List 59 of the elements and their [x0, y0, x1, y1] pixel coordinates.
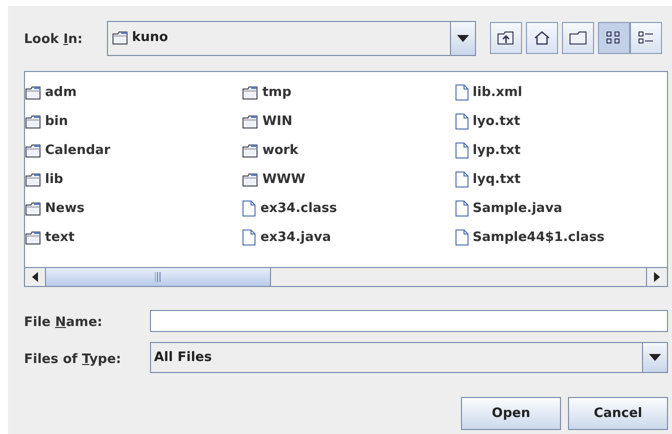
toolbar-button[interactable] — [630, 22, 662, 54]
folder-icon — [242, 114, 258, 128]
file-name-field[interactable] — [150, 310, 668, 332]
file-list-item[interactable]: bin — [25, 107, 242, 136]
file-icon — [454, 84, 469, 101]
file-list-item[interactable]: tmp — [242, 78, 455, 107]
toolbar-button[interactable] — [490, 22, 522, 54]
file-icon — [454, 229, 469, 246]
folder-icon — [242, 172, 258, 186]
file-icon — [454, 113, 469, 130]
files-of-type-dropdown[interactable]: All Files — [150, 342, 668, 373]
file-list-item[interactable]: text — [25, 223, 242, 252]
file-name-label: File Name: — [24, 315, 102, 330]
file-list-item[interactable]: WWW — [242, 165, 455, 194]
caret-icon — [649, 354, 661, 361]
scroll-thumb[interactable] — [46, 268, 271, 286]
file-list-item[interactable]: lib — [25, 165, 242, 194]
file-icon — [454, 142, 469, 159]
home-icon — [533, 30, 551, 46]
file-list-item[interactable]: WIN — [242, 107, 455, 136]
folder-icon — [25, 144, 41, 158]
file-list-item[interactable]: lyp.txt — [454, 136, 667, 165]
file-list-item[interactable]: Sample44$1.class — [454, 223, 667, 252]
folder-icon — [25, 114, 41, 128]
details-view-icon — [637, 30, 655, 46]
toolbar-button[interactable] — [562, 22, 594, 54]
file-list-item[interactable]: ex34.java — [242, 223, 455, 252]
folder-icon — [25, 172, 41, 186]
folder-up-icon — [497, 30, 515, 46]
file-icon — [242, 200, 256, 217]
folder-icon — [25, 230, 41, 244]
folder-icon — [25, 202, 41, 216]
cancel-button[interactable]: Cancel — [568, 397, 668, 430]
file-icon — [454, 171, 469, 188]
folder-icon — [25, 86, 41, 100]
file-list-item[interactable]: lyq.txt — [454, 165, 667, 194]
file-list-item[interactable]: Calendar — [25, 136, 242, 165]
file-icon — [454, 200, 469, 217]
file-list-item[interactable]: adm — [25, 78, 242, 107]
horizontal-scrollbar[interactable] — [25, 267, 667, 286]
look-in-dropdown[interactable]: kuno — [107, 20, 476, 56]
file-list-item[interactable]: work — [242, 136, 455, 165]
file-list-item[interactable]: lyo.txt — [454, 107, 667, 136]
file-icon — [242, 229, 256, 246]
toolbar-button[interactable] — [598, 22, 630, 54]
folder-icon — [112, 31, 128, 45]
folder-icon — [242, 144, 258, 158]
look-in-value: kuno — [132, 29, 168, 48]
file-list-item[interactable]: lib.xml — [454, 78, 667, 107]
folder-icon — [242, 86, 258, 100]
file-list-item[interactable]: News — [25, 194, 242, 223]
open-button[interactable]: Open — [461, 397, 561, 430]
file-list-item[interactable]: ex34.class — [242, 194, 455, 223]
folder-icon — [569, 30, 587, 46]
file-list-item[interactable]: Sample.java — [454, 194, 667, 223]
caret-icon — [457, 34, 469, 42]
toolbar-button[interactable] — [526, 22, 558, 54]
look-in-label: Look In: — [24, 32, 83, 47]
files-of-type-label: Files of Type: — [24, 352, 122, 366]
